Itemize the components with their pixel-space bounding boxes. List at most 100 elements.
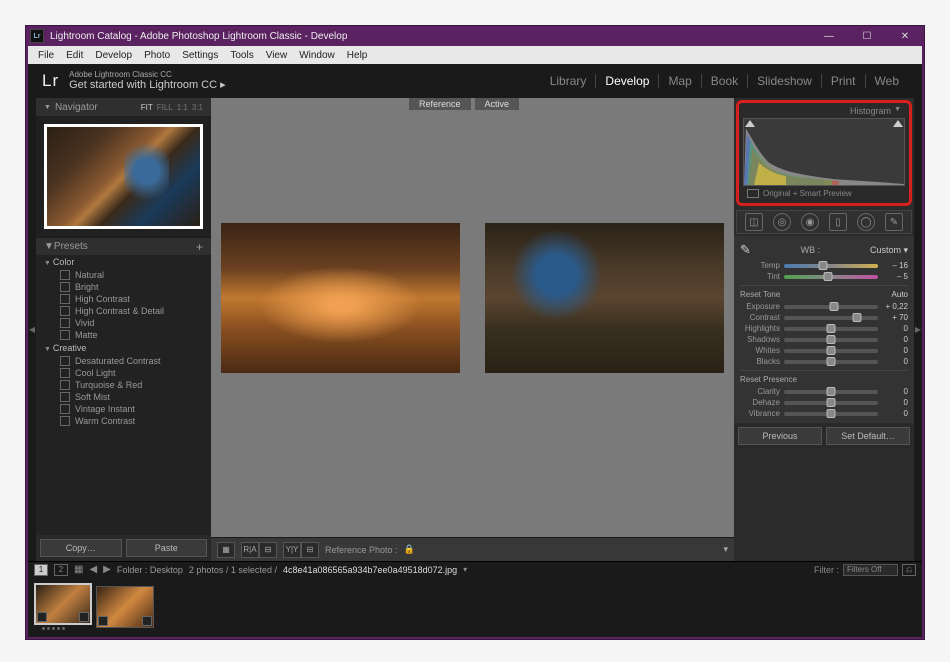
nav-opt-fill[interactable]: FILL	[157, 103, 173, 112]
center-toolbar: ▦ R|A ⊟ Y|Y ⊟ Reference Photo : 🔒 ▾	[211, 537, 734, 561]
ref-side-icon[interactable]: R|A	[241, 542, 259, 558]
menu-photo[interactable]: Photo	[138, 48, 176, 63]
thumbnail-2[interactable]	[96, 586, 154, 628]
tone-label[interactable]: Reset Tone	[740, 290, 780, 299]
auto-button[interactable]: Auto	[892, 290, 908, 299]
histogram-header[interactable]: Histogram ▼	[741, 106, 907, 118]
preset-vivid[interactable]: Vivid	[36, 317, 211, 329]
toolbar-expand-icon[interactable]: ▾	[723, 544, 728, 555]
preset-group-color[interactable]: Color	[36, 255, 211, 269]
reference-pane[interactable]: Reference	[211, 98, 471, 537]
rating-dots[interactable]	[34, 625, 92, 631]
brush-tool-icon[interactable]: ✎	[885, 213, 903, 231]
module-map[interactable]: Map	[658, 74, 700, 88]
left-collapse-arrow[interactable]: ◀	[28, 98, 36, 561]
dehaze-slider[interactable]: Dehaze 0	[740, 397, 908, 408]
current-filename[interactable]: 4c8e41a086565a934b7ee0a49518d072.jpg	[283, 565, 457, 575]
menu-window[interactable]: Window	[293, 48, 341, 63]
menu-tools[interactable]: Tools	[224, 48, 259, 63]
nav-opt-fit[interactable]: FIT	[141, 103, 153, 112]
module-print[interactable]: Print	[821, 74, 865, 88]
module-develop[interactable]: Develop	[595, 74, 658, 88]
menu-help[interactable]: Help	[341, 48, 374, 63]
filter-lock-icon[interactable]: ⎌	[902, 564, 916, 576]
redeye-tool-icon[interactable]: ◉	[801, 213, 819, 231]
module-slideshow[interactable]: Slideshow	[747, 74, 821, 88]
folder-path[interactable]: Folder : Desktop	[117, 565, 183, 575]
navigator-preview[interactable]	[36, 116, 211, 237]
temp-slider[interactable]: Temp – 16	[740, 260, 908, 271]
histogram[interactable]	[743, 118, 905, 186]
exposure-slider[interactable]: Exposure + 0,22	[740, 301, 908, 312]
wb-select[interactable]: Custom ▾	[870, 245, 908, 256]
close-button[interactable]: ✕	[886, 27, 924, 45]
menu-settings[interactable]: Settings	[176, 48, 224, 63]
grad-filter-icon[interactable]: ▯	[829, 213, 847, 231]
paste-button[interactable]: Paste	[126, 539, 208, 557]
spot-tool-icon[interactable]: ◎	[773, 213, 791, 231]
presence-label[interactable]: Reset Presence	[740, 375, 797, 384]
filter-select[interactable]: Filters Off	[843, 564, 898, 576]
monitor-2[interactable]: 2	[54, 564, 68, 576]
contrast-slider[interactable]: Contrast + 70	[740, 312, 908, 323]
thumbnail-1[interactable]	[34, 583, 92, 625]
radial-filter-icon[interactable]: ◯	[857, 213, 875, 231]
preset-high-contrast[interactable]: High Contrast	[36, 293, 211, 305]
preset-high-contrast-detail[interactable]: High Contrast & Detail	[36, 305, 211, 317]
before-side-icon[interactable]: Y|Y	[283, 542, 301, 558]
nav-opt-3-1[interactable]: 3:1	[192, 103, 203, 112]
preset-cool-light[interactable]: Cool Light	[36, 367, 211, 379]
shadows-slider[interactable]: Shadows 0	[740, 334, 908, 345]
preset-matte[interactable]: Matte	[36, 329, 211, 341]
navigator-image	[44, 124, 203, 229]
preset-bright[interactable]: Bright	[36, 281, 211, 293]
histogram-source-label: Original + Smart Preview	[741, 186, 907, 201]
active-pane[interactable]: Active	[475, 98, 735, 537]
preset-desat-contrast[interactable]: Desaturated Contrast	[36, 355, 211, 367]
crop-tool-icon[interactable]: ◫	[745, 213, 763, 231]
menu-edit[interactable]: Edit	[60, 48, 89, 63]
module-library[interactable]: Library	[541, 74, 596, 88]
menu-view[interactable]: View	[260, 48, 294, 63]
previous-button[interactable]: Previous	[738, 427, 822, 445]
module-book[interactable]: Book	[701, 74, 747, 88]
preset-turquoise-red[interactable]: Turquoise & Red	[36, 379, 211, 391]
nav-opt-1-1[interactable]: 1:1	[177, 103, 188, 112]
highlights-slider[interactable]: Highlights 0	[740, 323, 908, 334]
loupe-view-icon[interactable]: ▦	[217, 542, 235, 558]
maximize-button[interactable]: ☐	[848, 27, 886, 45]
brand-line2[interactable]: Get started with Lightroom CC ▸	[69, 79, 226, 92]
preset-soft-mist[interactable]: Soft Mist	[36, 391, 211, 403]
presets-add-icon[interactable]: +	[196, 240, 203, 254]
menu-develop[interactable]: Develop	[89, 48, 138, 63]
vibrance-slider[interactable]: Vibrance 0	[740, 408, 908, 419]
tool-strip: ◫ ◎ ◉ ▯ ◯ ✎	[736, 210, 912, 234]
whites-slider[interactable]: Whites 0	[740, 345, 908, 356]
minimize-button[interactable]: —	[810, 27, 848, 45]
copy-button[interactable]: Copy…	[40, 539, 122, 557]
monitor-1[interactable]: 1	[34, 564, 48, 576]
before-over-icon[interactable]: ⊟	[301, 542, 319, 558]
presets-header[interactable]: ▼ Presets +	[36, 237, 211, 255]
nav-fwd-icon[interactable]: ▶	[103, 564, 111, 575]
navigator-header[interactable]: ▼ Navigator FIT FILL 1:1 3:1	[36, 98, 211, 116]
set-default-button[interactable]: Set Default…	[826, 427, 910, 445]
tint-slider[interactable]: Tint – 5	[740, 271, 908, 282]
clarity-slider[interactable]: Clarity 0	[740, 386, 908, 397]
preset-natural[interactable]: Natural	[36, 269, 211, 281]
preset-warm-contrast[interactable]: Warm Contrast	[36, 415, 211, 427]
preset-vintage-instant[interactable]: Vintage Instant	[36, 403, 211, 415]
ref-over-icon[interactable]: ⊟	[259, 542, 277, 558]
lock-icon[interactable]: 🔒	[404, 544, 415, 555]
grid-view-icon[interactable]: ▦	[74, 564, 83, 575]
module-web[interactable]: Web	[865, 74, 908, 88]
nav-back-icon[interactable]: ◀	[89, 564, 97, 575]
right-collapse-arrow[interactable]: ▶	[914, 98, 922, 561]
blacks-slider[interactable]: Blacks 0	[740, 356, 908, 367]
filename-dropdown-icon[interactable]: ▾	[463, 565, 467, 574]
menu-file[interactable]: File	[32, 48, 60, 63]
app-body: File Edit Develop Photo Settings Tools V…	[28, 46, 922, 637]
titlebar[interactable]: Lr Lightroom Catalog - Adobe Photoshop L…	[26, 26, 924, 46]
wb-dropper-icon[interactable]: ✎	[740, 242, 751, 258]
preset-group-creative[interactable]: Creative	[36, 341, 211, 355]
